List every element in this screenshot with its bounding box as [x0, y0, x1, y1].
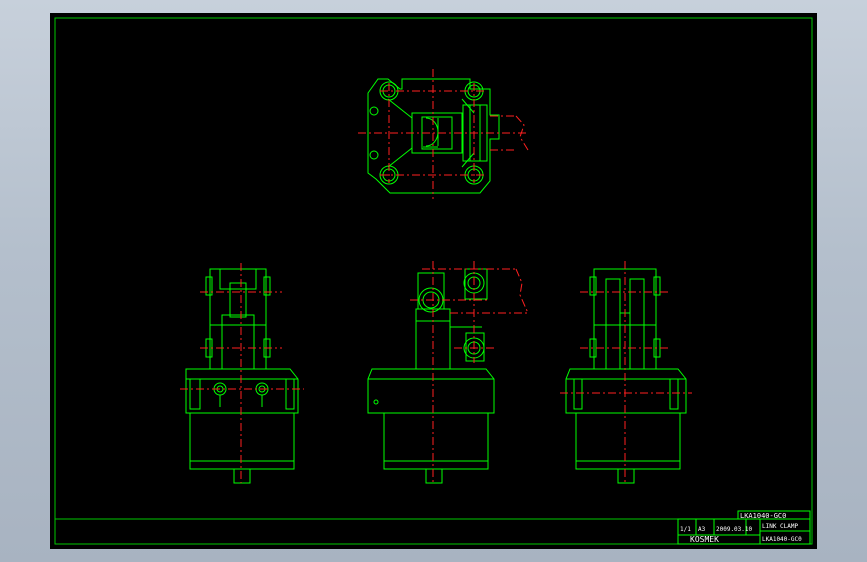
- drawing-date: 2009.03.10: [716, 526, 753, 533]
- sheet-count: 1/1: [680, 526, 691, 533]
- cad-workspace: LKA1040-GC0 1/1 A3 2009.03.10 KOSMEK LIN…: [0, 0, 867, 562]
- part-number: LKA1040-GC0: [762, 536, 802, 543]
- front-view-centerlines: [180, 263, 304, 483]
- front-view: [185, 268, 299, 484]
- company-logo: KOSMEK: [690, 535, 719, 544]
- rear-view: [565, 268, 687, 484]
- side-view-centerlines: [410, 261, 529, 483]
- part-name: LINK CLAMP: [762, 523, 799, 530]
- drawing-code-top: LKA1040-GC0: [740, 512, 786, 520]
- side-view: [367, 268, 495, 484]
- sheet-size: A3: [698, 526, 706, 533]
- drawing-canvas: LKA1040-GC0 1/1 A3 2009.03.10 KOSMEK LIN…: [54, 17, 813, 545]
- drawing-sheet: LKA1040-GC0 1/1 A3 2009.03.10 KOSMEK LIN…: [50, 13, 817, 549]
- rear-view-centerlines: [560, 261, 692, 483]
